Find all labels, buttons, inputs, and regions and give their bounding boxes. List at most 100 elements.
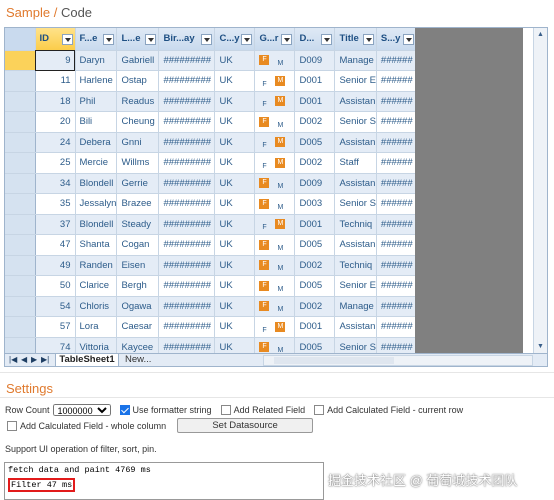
- table-cell[interactable]: D003: [294, 193, 336, 215]
- column-header[interactable]: Title: [334, 28, 377, 51]
- table-cell[interactable]: Assistan: [334, 316, 377, 338]
- column-header[interactable]: ID: [35, 28, 76, 51]
- filter-dropdown-icon[interactable]: [362, 34, 374, 45]
- breadcrumb-sample[interactable]: Sample: [6, 5, 50, 20]
- table-cell[interactable]: ######: [376, 214, 417, 235]
- row-header[interactable]: [5, 296, 36, 317]
- corner-header[interactable]: [5, 28, 36, 51]
- table-cell[interactable]: Steady: [116, 214, 160, 235]
- table-cell[interactable]: FM: [254, 255, 296, 276]
- filter-dropdown-icon[interactable]: [145, 34, 157, 45]
- table-cell[interactable]: Debera: [75, 132, 118, 153]
- add-calc-current-checkbox[interactable]: [314, 405, 325, 415]
- table-row[interactable]: 50 Clarice Bergh ######### UK FM D005 Senior E #…: [5, 275, 417, 297]
- first-sheet-icon[interactable]: |◀: [9, 355, 17, 364]
- table-cell[interactable]: UK: [214, 275, 256, 297]
- prev-sheet-icon[interactable]: ◀: [21, 355, 27, 364]
- table-cell[interactable]: D009: [294, 50, 336, 71]
- row-header[interactable]: [5, 234, 36, 256]
- table-cell[interactable]: 37: [35, 214, 76, 235]
- table-cell[interactable]: 47: [35, 234, 76, 256]
- row-header[interactable]: [5, 173, 36, 194]
- table-cell[interactable]: #########: [158, 132, 216, 153]
- table-cell[interactable]: #########: [158, 152, 216, 174]
- column-header[interactable]: L...e: [116, 28, 160, 51]
- table-cell[interactable]: Gabriell: [116, 50, 160, 71]
- table-cell[interactable]: FM: [254, 193, 296, 215]
- table-cell[interactable]: D001: [294, 214, 336, 235]
- table-cell[interactable]: Assistan: [334, 91, 377, 112]
- table-cell[interactable]: D002: [294, 152, 336, 174]
- table-cell[interactable]: D005: [294, 234, 336, 256]
- table-cell[interactable]: Senior S: [334, 193, 377, 215]
- table-cell[interactable]: Eisen: [116, 255, 160, 276]
- table-row[interactable]: 47 Shanta Cogan ######### UK FM D005 Assistan ##…: [5, 234, 417, 256]
- table-cell[interactable]: ######: [376, 234, 417, 256]
- table-cell[interactable]: 35: [35, 193, 76, 215]
- filter-dropdown-icon[interactable]: [281, 34, 293, 45]
- table-row[interactable]: 24 Debera Gnni ######### UK FM D005 Assistan ###…: [5, 132, 417, 153]
- vertical-scrollbar[interactable]: ▲ ▼: [533, 28, 547, 353]
- table-row[interactable]: 11 Harlene Ostap ######### UK FM D001 Senior E #…: [5, 70, 417, 92]
- table-cell[interactable]: UK: [214, 173, 256, 194]
- table-cell[interactable]: ######: [376, 193, 417, 215]
- row-header[interactable]: [5, 193, 36, 215]
- table-cell[interactable]: Bergh: [116, 275, 160, 297]
- table-cell[interactable]: UK: [214, 214, 256, 235]
- table-cell[interactable]: Shanta: [75, 234, 118, 256]
- table-cell[interactable]: UK: [214, 152, 256, 174]
- table-cell[interactable]: Willms: [116, 152, 160, 174]
- add-calc-whole-checkbox[interactable]: [7, 420, 17, 431]
- row-header[interactable]: [5, 214, 36, 235]
- table-cell[interactable]: 57: [35, 316, 76, 338]
- filter-dropdown-icon[interactable]: [321, 34, 333, 45]
- row-header[interactable]: [5, 275, 36, 297]
- use-formatter-checkbox[interactable]: [119, 405, 130, 415]
- row-header[interactable]: [5, 316, 36, 338]
- column-header[interactable]: D...: [294, 28, 336, 51]
- table-cell[interactable]: Chloris: [75, 296, 118, 317]
- table-cell[interactable]: D009: [294, 173, 336, 194]
- table-cell[interactable]: Daryn: [75, 50, 118, 71]
- table-cell[interactable]: 34: [35, 173, 76, 194]
- table-cell[interactable]: #########: [158, 275, 216, 297]
- table-row[interactable]: 25 Mercie Willms ######### UK FM D002 Staff ####…: [5, 152, 417, 174]
- table-cell[interactable]: D005: [294, 132, 336, 153]
- table-cell[interactable]: #########: [158, 91, 216, 112]
- table-cell[interactable]: Assistan: [334, 173, 377, 194]
- table-cell[interactable]: D001: [294, 91, 336, 112]
- scroll-down-icon[interactable]: ▼: [534, 340, 547, 353]
- table-cell[interactable]: Techniq: [334, 255, 377, 276]
- table-cell[interactable]: Bili: [75, 111, 118, 133]
- add-related-checkbox[interactable]: [220, 405, 231, 415]
- table-cell[interactable]: Lora: [75, 316, 118, 338]
- table-cell[interactable]: 50: [35, 275, 76, 297]
- table-cell[interactable]: ######: [376, 132, 417, 153]
- row-header[interactable]: [5, 50, 36, 71]
- column-header[interactable]: F...e: [75, 28, 118, 51]
- column-header[interactable]: C...y: [214, 28, 256, 51]
- table-cell[interactable]: UK: [214, 255, 256, 276]
- row-header[interactable]: [5, 91, 36, 112]
- last-sheet-icon[interactable]: ▶|: [41, 355, 49, 364]
- table-cell[interactable]: UK: [214, 111, 256, 133]
- table-row[interactable]: 20 Bili Cheung ######### UK FM D002 Senior S ###…: [5, 111, 417, 133]
- table-cell[interactable]: D005: [294, 275, 336, 297]
- table-cell[interactable]: FM: [254, 91, 296, 112]
- column-header[interactable]: Bir...ay: [158, 28, 216, 51]
- table-cell[interactable]: 18: [35, 91, 76, 112]
- table-cell[interactable]: UK: [214, 234, 256, 256]
- filter-dropdown-icon[interactable]: [61, 34, 73, 45]
- table-cell[interactable]: FM: [254, 50, 296, 71]
- horizontal-scrollbar[interactable]: [263, 355, 533, 366]
- table-row[interactable]: 18 Phil Readus ######### UK FM D001 Assistan ###…: [5, 91, 417, 112]
- table-cell[interactable]: ######: [376, 316, 417, 338]
- table-cell[interactable]: 11: [35, 70, 76, 92]
- set-datasource-button[interactable]: Set Datasource: [177, 418, 314, 433]
- column-header[interactable]: S...y: [376, 28, 417, 51]
- table-cell[interactable]: D001: [294, 316, 336, 338]
- table-cell[interactable]: Senior S: [334, 111, 377, 133]
- table-cell[interactable]: D002: [294, 111, 336, 133]
- table-cell[interactable]: Manage: [334, 296, 377, 317]
- table-cell[interactable]: 24: [35, 132, 76, 153]
